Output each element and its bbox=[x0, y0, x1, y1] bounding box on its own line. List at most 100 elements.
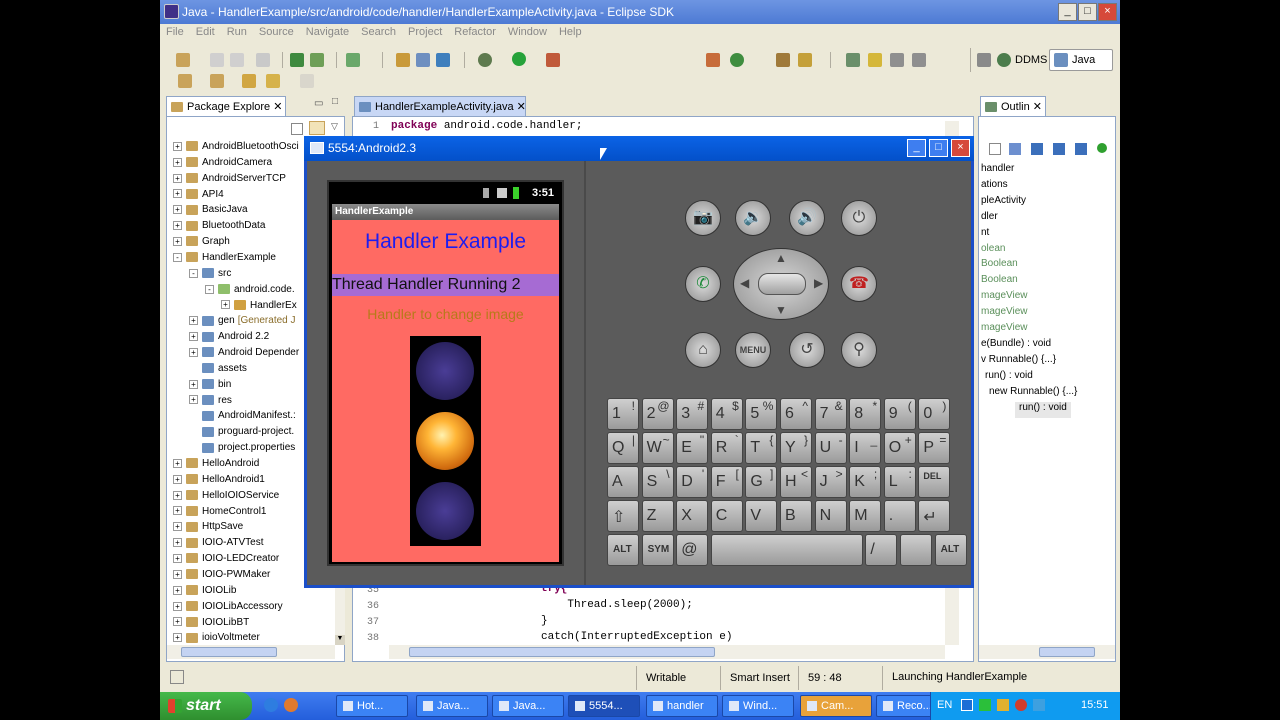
tree-item[interactable]: proguard-project. bbox=[189, 426, 294, 442]
key-P[interactable]: P = bbox=[918, 432, 951, 464]
key-D[interactable]: D ' bbox=[676, 466, 709, 498]
key-C[interactable]: C bbox=[710, 500, 743, 532]
dpad[interactable]: ▲ ▼ ◀ ▶ bbox=[733, 248, 829, 320]
expand-icon[interactable]: + bbox=[173, 633, 182, 643]
tree-item[interactable]: + IOIO-PWMaker bbox=[173, 569, 270, 585]
expand-icon[interactable]: + bbox=[173, 538, 182, 548]
key-I[interactable]: I _ bbox=[849, 432, 882, 464]
tree-item[interactable]: + IOIO-ATVTest bbox=[173, 537, 264, 553]
dpad-left-icon[interactable]: ◀ bbox=[740, 276, 749, 290]
link-editor-icon[interactable] bbox=[309, 121, 325, 135]
alt-key[interactable]: ALT bbox=[934, 534, 967, 566]
tray-icon-5[interactable] bbox=[1033, 699, 1045, 711]
key-U[interactable]: U- bbox=[814, 432, 847, 464]
outline-item[interactable]: dler bbox=[981, 211, 998, 227]
key[interactable] bbox=[900, 534, 932, 566]
start-button[interactable]: start bbox=[160, 692, 252, 720]
outline-item[interactable]: e(Bundle) : void bbox=[981, 338, 1051, 354]
menu-refactor[interactable]: Refactor bbox=[448, 24, 502, 38]
menu-edit[interactable]: Edit bbox=[190, 24, 221, 38]
key-Y[interactable]: Y} bbox=[780, 432, 812, 464]
outline-item[interactable]: olean bbox=[981, 243, 1005, 259]
outline-item[interactable]: pleActivity bbox=[981, 195, 1026, 211]
expand-icon[interactable]: + bbox=[173, 474, 182, 484]
expand-icon[interactable]: + bbox=[189, 347, 198, 357]
tree-item[interactable]: + gen [Generated J bbox=[189, 315, 296, 331]
key-O[interactable]: O + bbox=[883, 432, 916, 464]
toggle-mark-icon[interactable] bbox=[846, 53, 860, 67]
open-type-icon[interactable] bbox=[396, 53, 410, 67]
key-DEL[interactable]: DEL bbox=[918, 466, 951, 498]
hide-static-icon[interactable] bbox=[1053, 143, 1065, 155]
key-5[interactable]: 5% bbox=[745, 398, 778, 430]
tree-item[interactable]: + Android 2.2 bbox=[189, 331, 269, 347]
expand-icon[interactable]: + bbox=[221, 300, 230, 310]
key-K[interactable]: K; bbox=[849, 466, 882, 498]
view-menu-icon[interactable]: ▽ bbox=[331, 121, 338, 132]
expand-icon[interactable]: + bbox=[173, 585, 182, 595]
emulator-minimize-button[interactable]: _ bbox=[907, 139, 926, 157]
expand-icon[interactable]: + bbox=[173, 221, 182, 231]
tree-item[interactable]: + AndroidServerTCP bbox=[173, 173, 286, 189]
taskbar-task[interactable]: Cam... bbox=[800, 695, 872, 717]
expand-icon[interactable]: + bbox=[173, 205, 182, 215]
menu-search[interactable]: Search bbox=[355, 24, 402, 38]
key-T[interactable]: T{ bbox=[745, 432, 778, 464]
collapse-icon[interactable]: - bbox=[173, 252, 182, 262]
refresh-icon[interactable] bbox=[730, 53, 744, 67]
outline-hscrollbar[interactable] bbox=[979, 645, 1115, 659]
expand-icon[interactable]: + bbox=[173, 458, 182, 468]
key-4[interactable]: 4 $ bbox=[710, 398, 743, 430]
checkbox-icon[interactable] bbox=[346, 53, 360, 67]
expand-icon[interactable]: + bbox=[173, 173, 182, 183]
at-key[interactable]: @ bbox=[676, 534, 709, 566]
tree-item[interactable]: + ioioVoltmeter bbox=[173, 632, 260, 645]
sort-icon[interactable] bbox=[1009, 143, 1021, 155]
key-F[interactable]: F[ bbox=[710, 466, 743, 498]
tab-outline[interactable]: Outlin ✕ bbox=[980, 96, 1046, 116]
hide-fields-icon[interactable] bbox=[1031, 143, 1043, 155]
outline-item[interactable]: run() : void bbox=[1015, 401, 1071, 418]
key-J[interactable]: J > bbox=[814, 466, 847, 498]
tree-item[interactable]: + Graph bbox=[173, 236, 230, 252]
taskbar-task[interactable]: handler bbox=[646, 695, 718, 717]
tab-package-explorer[interactable]: Package Explore ✕ bbox=[166, 96, 286, 116]
key-7[interactable]: 7 & bbox=[814, 398, 847, 430]
maximize-view-icon[interactable]: □ bbox=[332, 96, 338, 107]
fast-view-icon[interactable] bbox=[170, 670, 184, 684]
expand-icon[interactable]: + bbox=[173, 617, 182, 627]
save-icon[interactable] bbox=[210, 53, 224, 67]
expand-icon[interactable]: + bbox=[189, 395, 198, 405]
tree-item[interactable]: + BasicJava bbox=[173, 204, 248, 220]
tree-item[interactable]: + HandlerEx bbox=[221, 300, 297, 316]
code-line-38[interactable]: catch(InterruptedException e) bbox=[541, 631, 732, 643]
tree-item[interactable]: AndroidManifest.: bbox=[189, 410, 296, 426]
tray-icon-4[interactable] bbox=[1015, 699, 1027, 711]
tree-item[interactable]: + AndroidCamera bbox=[173, 157, 272, 173]
tray-icon-3[interactable] bbox=[997, 699, 1009, 711]
new-icon[interactable] bbox=[176, 53, 190, 67]
tree-item[interactable]: + API4 bbox=[173, 189, 224, 205]
menu-file[interactable]: File bbox=[160, 24, 190, 38]
new-class-icon[interactable] bbox=[436, 53, 450, 67]
key-⇧[interactable]: ⇧ bbox=[607, 500, 639, 532]
key-L[interactable]: L: bbox=[883, 466, 916, 498]
collapse-all-icon[interactable] bbox=[291, 123, 303, 135]
code-line-1[interactable]: package android.code.handler; bbox=[391, 120, 582, 132]
key-V[interactable]: V bbox=[745, 500, 778, 532]
android-sdk-icon[interactable] bbox=[290, 53, 304, 67]
menu-window[interactable]: Window bbox=[502, 24, 553, 38]
call-button[interactable]: ✆ bbox=[685, 266, 721, 302]
tree-item[interactable]: + AndroidBluetoothOsci bbox=[173, 141, 299, 157]
back-icon[interactable] bbox=[266, 74, 280, 88]
expand-icon[interactable]: + bbox=[173, 157, 182, 167]
outline-item[interactable]: Boolean bbox=[981, 274, 1018, 290]
tree-item[interactable]: + IOIOLibAccessory bbox=[173, 601, 283, 617]
end-call-button[interactable]: ☎ bbox=[841, 266, 877, 302]
hide-local-icon[interactable] bbox=[1097, 143, 1107, 153]
outline-item[interactable]: run() : void bbox=[985, 370, 1033, 386]
menu-source[interactable]: Source bbox=[253, 24, 300, 38]
expand-icon[interactable]: + bbox=[173, 601, 182, 611]
key-6[interactable]: 6 ^ bbox=[780, 398, 812, 430]
tree-hscrollbar[interactable] bbox=[167, 645, 335, 659]
